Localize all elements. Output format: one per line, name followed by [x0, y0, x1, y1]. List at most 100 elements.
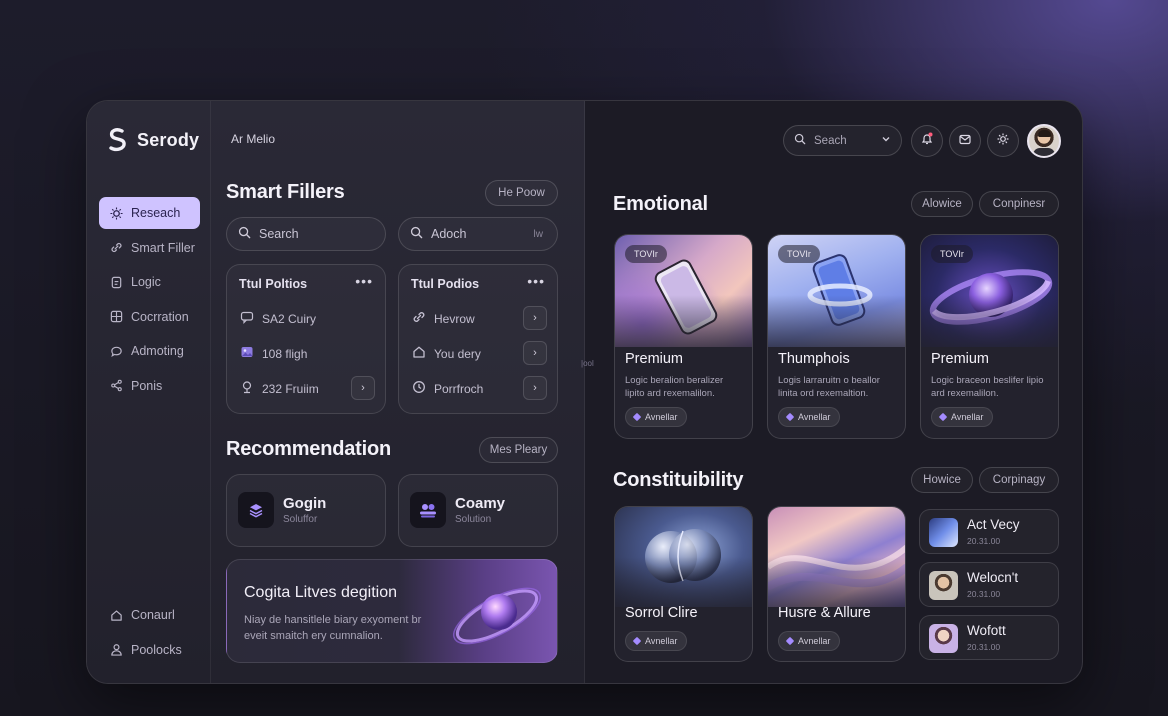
search-icon	[794, 133, 806, 148]
filter-howice[interactable]: Howice	[911, 467, 973, 493]
list-item[interactable]: 232 Fruiim	[240, 380, 319, 397]
adoch-input[interactable]: Adoch lw	[398, 217, 558, 251]
row-label: 232 Fruiim	[262, 381, 319, 396]
card-chip[interactable]: Avnellar	[778, 631, 841, 651]
chip-label: Avnellar	[645, 636, 678, 646]
list-item[interactable]: SA2 Cuiry	[240, 310, 316, 327]
recommendation-card-gogin[interactable]: Gogin Soluffor	[226, 474, 386, 547]
media-card-husre-allure[interactable]: Husre & Allure Avnellar	[767, 506, 906, 662]
chevron-right-icon[interactable]: ›	[523, 376, 547, 400]
smart-fillers-action-button[interactable]: He Poow	[485, 180, 558, 206]
sidebar-item-label: Smart Filler	[131, 240, 195, 255]
settings-button[interactable]	[987, 125, 1019, 157]
poltios-card: Ttul Poltios ••• SA2 Cuiry 108 fligh 232…	[226, 264, 386, 414]
card-text: Logic braceon beslifer lipio ard rexemal…	[931, 375, 1044, 399]
recommendation-action-button[interactable]: Mes Pleary	[479, 437, 558, 463]
more-options-icon[interactable]: •••	[355, 273, 373, 289]
item-title: Welocn't	[967, 570, 1019, 585]
list-item[interactable]: 108 fligh	[240, 345, 307, 362]
row-label: You dery	[434, 346, 481, 361]
recommendation-card-coamy[interactable]: Coamy Solution	[398, 474, 558, 547]
list-item[interactable]: You dery	[412, 345, 481, 362]
app-window: Serody Reseach Smart Filler Logic Cocrra…	[86, 100, 1083, 684]
grid-icon	[109, 310, 123, 324]
orb-illustration	[453, 587, 541, 645]
diamond-icon	[632, 636, 642, 646]
list-item[interactable]: Welocn't 20.31.00	[919, 562, 1059, 607]
sidebar-nav: Reseach Smart Filler Logic Cocrration Ad…	[99, 197, 200, 405]
thumbnail-image	[929, 518, 958, 547]
card-title: Premium	[625, 351, 684, 367]
location-pin-icon	[240, 380, 254, 397]
chevron-right-icon[interactable]: ›	[523, 341, 547, 365]
sidebar-item-cocrration[interactable]: Cocrration	[99, 301, 200, 333]
item-time: 20.31.00	[967, 536, 1001, 546]
mail-button[interactable]	[949, 125, 981, 157]
thumbnail-image	[929, 624, 958, 653]
media-card-premium[interactable]: TOVIr Premium Logic beralion beralizer l…	[614, 234, 753, 439]
layers-icon	[238, 492, 274, 528]
filter-conpinesr[interactable]: Conpinesr	[979, 191, 1059, 217]
chevron-right-icon[interactable]: ›	[351, 376, 375, 400]
document-icon	[109, 275, 123, 289]
sidebar-item-logic[interactable]: Logic	[99, 266, 200, 298]
diamond-icon	[785, 636, 795, 646]
search-input[interactable]: Search	[226, 217, 386, 251]
media-card-thumphois[interactable]: TOVIr Thumphois Logis larraruitn o beall…	[767, 234, 906, 439]
avatar[interactable]	[1027, 124, 1061, 158]
emotional-title: Emotional	[613, 193, 708, 215]
header-search-input[interactable]: Seach	[783, 125, 902, 156]
item-time: 20.31.00	[967, 589, 1001, 599]
row-label: Porrfroch	[434, 381, 484, 396]
filter-alowice[interactable]: Alowice	[911, 191, 973, 217]
logo[interactable]: Serody	[107, 127, 199, 153]
card-title: Thumphois	[778, 351, 850, 367]
card-tag: TOVIr	[778, 245, 820, 263]
filter-corpinagy[interactable]: Corpinagy	[979, 467, 1059, 493]
sidebar-item-ponis[interactable]: Ponis	[99, 370, 200, 402]
promo-banner[interactable]: Cogita Litves degition Niay de hansitlel…	[226, 559, 558, 663]
list-item[interactable]: Act Vecy 20.31.00	[919, 509, 1059, 554]
sidebar-item-smart-filler[interactable]: Smart Filler	[99, 232, 200, 264]
card-chip[interactable]: Avnellar	[625, 407, 688, 427]
more-options-icon[interactable]: •••	[527, 273, 545, 289]
card-title: Gogin	[283, 495, 327, 512]
message-icon	[240, 310, 254, 327]
panel-divider-label: |ool	[581, 359, 594, 368]
sidebar-item-reseach[interactable]: Reseach	[99, 197, 200, 229]
home-icon	[412, 345, 426, 362]
card-text: Logis larraruitn o beallor linita ord re…	[778, 375, 880, 399]
list-item[interactable]: Porrfroch	[412, 380, 483, 397]
card-chip[interactable]: Avnellar	[778, 407, 841, 427]
item-title: Act Vecy	[967, 517, 1020, 532]
chevron-right-icon[interactable]: ›	[523, 306, 547, 330]
list-item[interactable]: Hevrow	[412, 310, 475, 327]
card-chip[interactable]: Avnellar	[625, 631, 688, 651]
card-chip[interactable]: Avnellar	[931, 407, 994, 427]
media-card-sorrol-clire[interactable]: Sorrol Clire Avnellar	[614, 506, 753, 662]
link-icon	[109, 241, 123, 255]
chat-bubble-icon	[109, 344, 123, 358]
sidebar-item-admoting[interactable]: Admoting	[99, 335, 200, 367]
card-subtitle: Solution	[455, 514, 492, 525]
card-fade	[615, 557, 752, 637]
settings-gear-icon	[109, 206, 123, 220]
card-subtitle: Soluffor	[283, 514, 318, 525]
notifications-button[interactable]	[911, 125, 943, 157]
smart-fillers-title: Smart Fillers	[226, 181, 345, 203]
podios-card: Ttul Podios ••• Hevrow › You dery › Porr…	[398, 264, 558, 414]
avatar-hair	[1038, 130, 1051, 137]
diamond-icon	[632, 412, 642, 422]
list-item[interactable]: Wofott 20.31.00	[919, 615, 1059, 660]
image-icon	[240, 345, 254, 362]
media-card-premium-2[interactable]: TOVIr Premium Logic braceon beslifer lip…	[920, 234, 1059, 439]
brand-name: Serody	[137, 129, 200, 150]
diamond-icon	[785, 412, 795, 422]
users-icon	[410, 492, 446, 528]
top-menu-label[interactable]: Ar Melio	[231, 132, 275, 146]
sidebar-item-poolocks[interactable]: Poolocks	[99, 634, 200, 666]
card-text: Logic beralion beralizer lipito ard rexe…	[625, 375, 724, 399]
chip-label: Avnellar	[798, 412, 831, 422]
sidebar-item-conaurl[interactable]: Conaurl	[99, 599, 200, 631]
constituibility-title: Constituibility	[613, 469, 744, 491]
